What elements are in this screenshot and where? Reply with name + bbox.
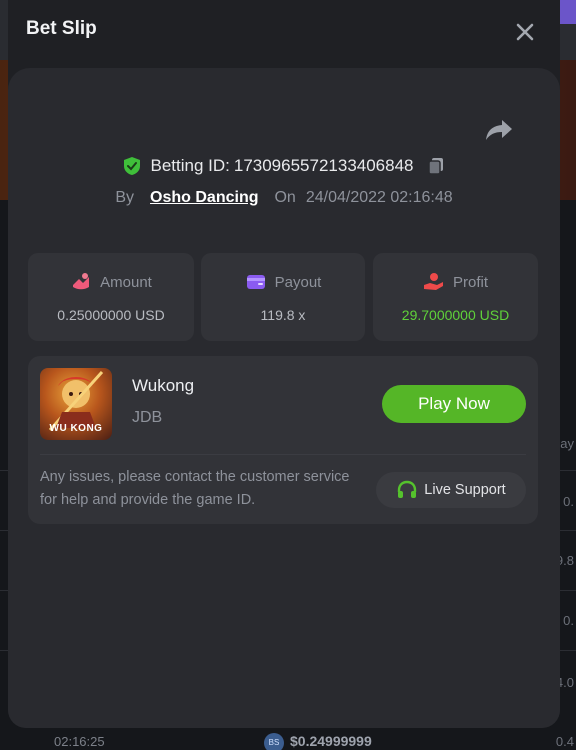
close-button[interactable] [513, 20, 537, 44]
game-name: Wukong [132, 376, 195, 395]
amount-card: Amount 0.25000000 USD [28, 253, 194, 341]
profit-value: 29.7000000 USD [401, 307, 510, 323]
background-time: 02:16:25 [54, 734, 105, 749]
bet-datetime: 24/04/2022 02:16:48 [305, 189, 453, 206]
background-amount: $0.24999999 [290, 733, 372, 749]
shield-check-icon [124, 157, 141, 175]
divider [40, 454, 526, 455]
payout-label: Payout [274, 273, 322, 291]
profit-label: Profit [452, 273, 488, 291]
play-now-button[interactable]: Play Now [382, 385, 526, 423]
amount-value: 0.25000000 USD [57, 307, 165, 323]
betting-id-value: 1730965572133406848 [233, 156, 414, 175]
payout-value: 119.8 x [260, 307, 306, 323]
betting-id-label: Betting ID: [150, 156, 230, 175]
game-provider: JDB [132, 409, 163, 426]
modal-title: Bet Slip [26, 18, 97, 39]
payout-card: Payout 119.8 x [201, 253, 365, 341]
on-label: On [274, 189, 296, 206]
share-icon [486, 120, 512, 140]
background-cell: 0. [563, 613, 574, 628]
user-link[interactable]: Osho Dancing [150, 189, 258, 207]
background-currency-badge: BS [264, 733, 284, 750]
bet-slip-modal: Bet Slip Betting ID: 1730965572133406848 [8, 0, 560, 728]
close-icon [516, 23, 534, 41]
game-thumbnail-logo: WU KONG [49, 423, 103, 434]
background-cell: 0. [563, 494, 574, 509]
bet-details-panel: Betting ID: 1730965572133406848 By Osho … [8, 68, 560, 728]
profit-header: Profit [373, 271, 538, 293]
support-note: Any issues, please contact the customer … [40, 469, 350, 508]
wallet-icon [246, 275, 265, 289]
copy-icon[interactable] [426, 156, 446, 176]
bet-meta-row: By Osho Dancing On 24/04/2022 02:16:48 [8, 186, 560, 210]
coins-icon [73, 273, 90, 290]
amount-header: Amount [28, 271, 194, 293]
amount-label: Amount [100, 273, 152, 291]
betting-id-row: Betting ID: 1730965572133406848 [8, 154, 560, 178]
profit-hand-icon [423, 273, 443, 290]
game-thumbnail[interactable]: WU KONG [40, 368, 112, 440]
background-cell: 0.4 [555, 734, 574, 749]
by-label: By [115, 189, 135, 206]
game-card: WU KONG Wukong JDB Play Now Any issues, … [28, 356, 538, 524]
live-support-button[interactable]: Live Support [376, 472, 526, 508]
profit-card: Profit 29.7000000 USD [373, 253, 538, 341]
background-cell: ay [560, 436, 574, 451]
share-button[interactable] [485, 118, 513, 142]
live-support-label: Live Support [424, 482, 506, 498]
headset-icon [398, 480, 417, 498]
payout-header: Payout [201, 271, 365, 293]
